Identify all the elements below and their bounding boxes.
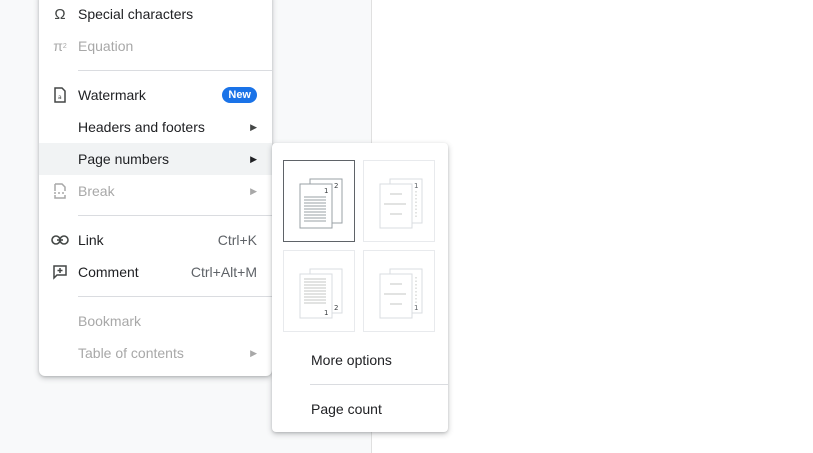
submenu-arrow-icon: ▶	[250, 185, 257, 196]
submenu-separator	[310, 384, 448, 385]
menu-item-table-of-contents[interactable]: Table of contents ▶	[39, 337, 272, 369]
more-options-label: More options	[311, 352, 392, 368]
comment-add-icon	[51, 264, 69, 280]
menu-item-special-characters[interactable]: Ω Special characters	[39, 0, 272, 30]
page-number-glyph: 1	[324, 187, 328, 195]
menu-item-bookmark[interactable]: Bookmark	[39, 305, 272, 337]
pi-icon: π2	[53, 38, 67, 54]
submenu-arrow-icon: ▶	[250, 153, 257, 164]
menu-item-equation[interactable]: π2 Equation	[39, 30, 272, 62]
menu-item-label: Equation	[78, 38, 134, 54]
menu-item-label: Comment	[78, 264, 139, 280]
menu-item-break[interactable]: Break ▶	[39, 175, 272, 207]
submenu-arrow-icon: ▶	[250, 347, 257, 358]
page-number-glyph: 2	[334, 182, 338, 190]
new-badge: New	[222, 87, 257, 103]
more-options-item[interactable]: More options	[272, 344, 448, 376]
shortcut-text: Ctrl+Alt+M	[190, 264, 257, 280]
page-number-glyph: 1	[414, 304, 418, 312]
insert-menu: Ω Special characters π2 Equation a Water…	[39, 0, 272, 376]
link-icon	[51, 232, 69, 248]
submenu-arrow-icon: ▶	[250, 121, 257, 132]
menu-item-link[interactable]: Link Ctrl+K	[39, 224, 272, 256]
page-number-glyph: 1	[414, 182, 418, 190]
page-count-item[interactable]: Page count	[272, 393, 448, 425]
page-count-label: Page count	[311, 401, 382, 417]
menu-item-page-numbers[interactable]: Page numbers ▶	[39, 143, 272, 175]
menu-item-label: Table of contents	[78, 345, 184, 361]
omega-icon: Ω	[54, 5, 66, 23]
watermark-icon: a	[51, 87, 69, 103]
menu-item-label: Break	[78, 183, 115, 199]
page-number-option-bottom-with-first[interactable]: 2 1	[283, 250, 355, 332]
menu-item-comment[interactable]: Comment Ctrl+Alt+M	[39, 256, 272, 288]
menu-separator	[78, 70, 272, 71]
menu-item-headers-footers[interactable]: Headers and footers ▶	[39, 111, 272, 143]
break-icon	[51, 183, 69, 199]
page-number-glyph: 1	[324, 309, 328, 317]
menu-item-label: Watermark	[78, 87, 146, 103]
page-numbers-submenu: 2 1 1 2 1 1 More options Page count	[272, 143, 448, 432]
shortcut-text: Ctrl+K	[217, 232, 257, 248]
menu-separator	[78, 296, 272, 297]
menu-item-label: Headers and footers	[78, 119, 205, 135]
page-number-option-top-with-first[interactable]: 2 1	[283, 160, 355, 242]
menu-separator	[78, 215, 272, 216]
menu-item-watermark[interactable]: a Watermark New	[39, 79, 272, 111]
svg-text:a: a	[58, 94, 62, 101]
page-number-option-bottom-skip-first[interactable]: 1	[363, 250, 435, 332]
menu-item-label: Page numbers	[78, 151, 170, 167]
menu-item-label: Link	[78, 232, 104, 248]
page-number-option-top-skip-first[interactable]: 1	[363, 160, 435, 242]
page-number-glyph: 2	[334, 304, 338, 312]
menu-item-label: Special characters	[78, 6, 194, 22]
menu-item-label: Bookmark	[78, 313, 142, 329]
